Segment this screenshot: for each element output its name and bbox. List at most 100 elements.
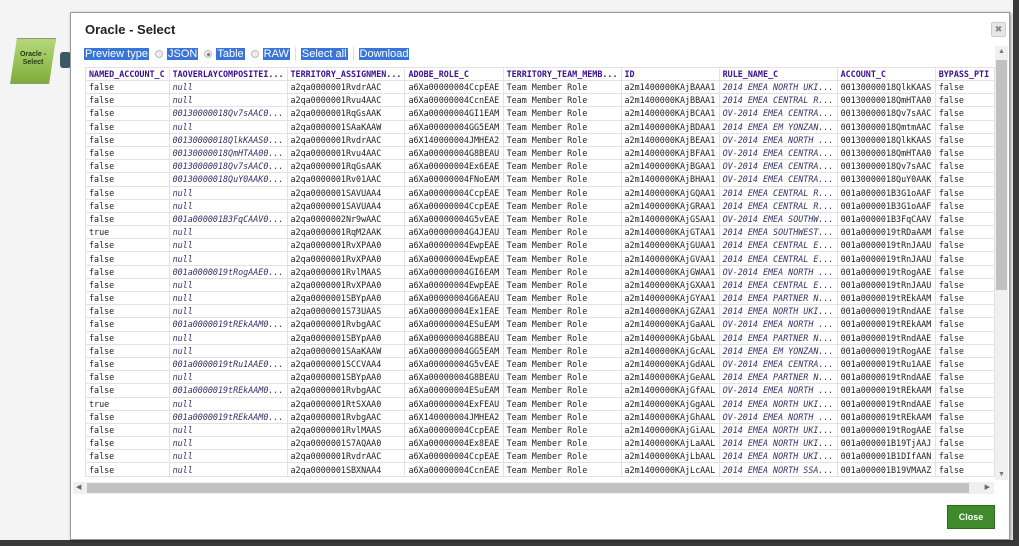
radio-raw[interactable] (250, 50, 259, 58)
table-cell: Team Member Role (502, 264, 622, 279)
column-header[interactable]: RULE_NAME_C (718, 67, 838, 81)
table-cell: a2m1400000KAjLbAAL (620, 449, 720, 464)
table-cell: false (934, 211, 995, 227)
table-cell: null (168, 79, 288, 95)
table-cell: a2qa0000001RvbgAAC (286, 317, 406, 332)
table-cell: 001a000001B3FqCAAV (836, 211, 936, 227)
vertical-scrollbar[interactable]: ▲ ▼ (995, 46, 1008, 480)
table-cell: 001a0000019tRnJAAU (836, 238, 936, 253)
table-cell: a2m1400000KAjGUAA1 (620, 238, 720, 253)
table-cell: a6Xa00000004EwpEAE (404, 277, 504, 293)
table-cell: 2014 EMEA PARTNER N... (718, 330, 838, 345)
table-cell: false (934, 185, 995, 200)
column-header[interactable]: TERRITORY_TEAM_MEMB... (502, 67, 622, 81)
table-cell: a2m1400000KAjGdAAL (620, 356, 720, 372)
table-cell: 00130000018Qv7sAAC (836, 106, 936, 121)
table-cell: a2qa0000001SBYpAA0 (286, 290, 406, 306)
column-header[interactable]: TAOVERLAYCOMPOSITEI... (168, 67, 288, 81)
horizontal-scrollbar[interactable]: ◀ ▶ (73, 482, 994, 494)
table-cell: 00130000018QlkKAAS0... (168, 132, 288, 147)
select-all-link[interactable]: Select all (300, 48, 348, 60)
table-cell: 00130000018QmtmAAC (836, 119, 936, 134)
table-cell: a6Xa00000004G5vEAE (404, 356, 504, 372)
table-cell: false (85, 304, 170, 319)
table-cell: Team Member Role (502, 290, 622, 306)
table-row: false null a2qa0000001SBYpAA0 a6Xa00000004G… (85, 330, 995, 345)
table-cell: 2014 EMEA PARTNER N... (718, 370, 838, 385)
download-link[interactable]: Download (358, 48, 410, 60)
vertical-scroll-thumb[interactable] (996, 60, 1007, 290)
close-icon[interactable]: ✖ (991, 22, 1006, 37)
table-cell: false (85, 343, 170, 358)
table-cell: a2m1400000KAjLaAAL (620, 436, 720, 451)
table-cell: 00130000018QmHTAA00... (168, 145, 288, 161)
table-cell: null (168, 185, 288, 200)
table-cell: 001a0000019tREkAAM (836, 317, 936, 332)
close-button[interactable]: Close (947, 505, 995, 529)
table-cell: 00130000018QlkKAAS (836, 132, 936, 147)
table-cell: a6Xa00000004CcpEAE (404, 79, 504, 95)
column-header[interactable]: ID (620, 67, 720, 81)
radio-json-label[interactable]: JSON (166, 48, 199, 60)
table-cell: Team Member Role (502, 211, 622, 227)
table-cell: OV-2014 EMEA CENTRA... (718, 145, 838, 161)
horizontal-scroll-thumb[interactable] (87, 483, 969, 493)
table-cell: 001a000001B3G1oAAF (836, 185, 936, 200)
table-cell: false (85, 119, 170, 134)
table-cell: null (168, 436, 288, 451)
table-cell: 001a000001B1DIfAAN (836, 449, 936, 464)
column-header[interactable]: ACCOUNT_C (836, 67, 936, 81)
table-row: false null a2qa0000001RvXPAA0 a6Xa00000004E… (85, 238, 995, 253)
table-cell: null (168, 290, 288, 306)
column-header[interactable]: TERRITORY_ASSIGNMEN... (286, 67, 406, 81)
scroll-up-icon[interactable]: ▲ (995, 48, 1008, 55)
radio-json[interactable] (154, 50, 163, 58)
table-cell: OV-2014 EMEA NORTH ... (718, 317, 838, 332)
table-cell: 00130000018Qv7sAAC (836, 159, 936, 174)
pipeline-node-oracle-select[interactable]: Oracle - Select (10, 38, 71, 84)
table-cell: true (85, 225, 170, 240)
table-row: false null a2qa0000001RvXPAA0 a6Xa00000004E… (85, 277, 995, 293)
table-cell: false (934, 290, 995, 306)
table-cell: 001a000001B3G1oAAF (836, 198, 936, 213)
table-cell: 2014 EMEA NORTH UKI... (718, 304, 838, 319)
table-cell: null (168, 225, 288, 240)
table-cell: 001a0000019tRu1AAE (836, 356, 936, 372)
radio-table[interactable] (204, 50, 213, 58)
radio-raw-label[interactable]: RAW (262, 48, 290, 60)
divider (294, 47, 296, 61)
table-cell: a2qa0000001RqM2AAK (286, 225, 406, 240)
table-cell: false (934, 264, 995, 279)
scroll-left-icon[interactable]: ◀ (76, 482, 81, 494)
table-cell: 001a0000019tREkAAM (836, 383, 936, 398)
divider (352, 47, 354, 61)
table-cell: null (168, 343, 288, 358)
radio-table-label[interactable]: Table (216, 48, 245, 60)
table-cell: a6Xa00000004ExFEAU (404, 396, 504, 411)
table-cell: 001a0000019tRogAAE (836, 264, 936, 279)
table-cell: false (85, 211, 170, 227)
table-cell: a6Xa00000004G5vEAE (404, 211, 504, 227)
background-edge (1013, 0, 1019, 546)
column-header[interactable]: NAMED_ACCOUNT_C (85, 67, 170, 81)
column-header[interactable]: BYPASS_PTI (934, 67, 995, 81)
table-cell: a2qa0000001RvXPAA0 (286, 251, 406, 266)
table-cell: 001a0000019tRu1AAE0... (168, 356, 288, 372)
table-cell: a6Xa00000004GG5EAM (404, 119, 504, 134)
table-cell: a2m1400000KAjGZAA1 (620, 304, 720, 319)
table-cell: a6Xa00000004Ex8EAE (404, 436, 504, 451)
table-cell: a2qa0000001RqGsAAK (286, 106, 406, 121)
table-cell: false (85, 290, 170, 306)
table-cell: a6Xa00000004EwpEAE (404, 238, 504, 253)
scroll-down-icon[interactable]: ▼ (995, 471, 1008, 478)
table-cell: false (85, 238, 170, 253)
table-cell: 001a0000019tRndAAE (836, 304, 936, 319)
table-cell: a2qa0000001RvbgAAC (286, 383, 406, 398)
table-cell: false (934, 119, 995, 134)
column-header[interactable]: ADOBE_ROLE_C (404, 67, 504, 81)
table-cell: Team Member Role (502, 106, 622, 121)
table-cell: false (934, 436, 995, 451)
table-cell: a2qa0000001RvdrAAC (286, 79, 406, 95)
scroll-right-icon[interactable]: ▶ (985, 482, 990, 494)
table-cell: false (934, 132, 995, 147)
